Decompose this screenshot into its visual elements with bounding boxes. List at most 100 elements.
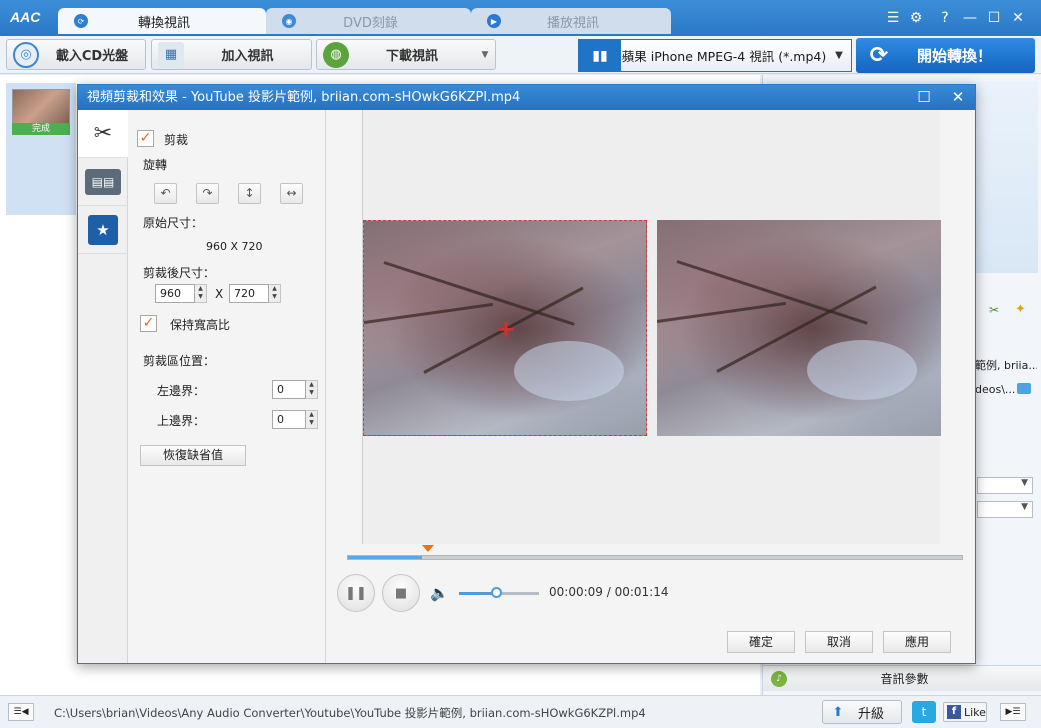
pause-icon: ❚❚ [345,585,367,601]
iphone-format-icon: ▮▮ [579,40,621,71]
file-list-item[interactable]: 完成 [6,83,76,215]
stepper-arrows-icon[interactable]: ▲ ▼ [269,284,281,303]
output-format-select[interactable]: ▮▮ 蘋果 iPhone MPEG-4 視訊 (*.mp4) ▼ [578,39,852,72]
playback-progress-bar[interactable] [347,555,963,560]
left-margin-field[interactable]: 0 [272,380,306,399]
branch [657,301,786,323]
top-margin-label: 上邊界： [157,414,206,428]
option-dropdown[interactable]: ▼ [977,501,1033,518]
status-bar: ☰◀ C:\Users\brian\Videos\Any Audio Conve… [0,695,1041,728]
menu-icon[interactable]: ☰ [883,9,903,27]
add-video-label: 加入視訊 [221,49,274,64]
crop-height-stepper[interactable]: 720 ▲ ▼ [229,284,281,303]
effects-tab[interactable]: ▤▤ [78,158,128,206]
upgrade-label: 升級 [857,706,884,722]
cropped-size-label: 剪裁後尺寸： [143,266,216,280]
stepper-arrows-icon[interactable]: ▲ ▼ [195,284,207,303]
expand-right-icon[interactable]: ▶☰ [1000,703,1026,721]
close-icon[interactable]: ✕ [946,87,970,107]
settings-gear-icon[interactable]: ⚙ [906,9,926,27]
stepper-arrows-icon[interactable]: ▲ ▼ [306,410,318,429]
original-size-value: 960 X 720 [206,240,263,253]
ok-button[interactable]: 確定 [727,631,795,653]
crop-tab[interactable]: ✂ [78,110,128,158]
speaker-icon: ♪ [771,670,787,687]
playback-marker-icon[interactable] [422,545,434,552]
folder-icon[interactable] [1017,383,1031,394]
keep-aspect-checkbox[interactable]: ✓ [140,315,157,332]
left-margin-stepper[interactable]: 0 ▲ ▼ [272,380,318,399]
crop-position-label: 剪裁區位置： [143,354,216,368]
output-path: C:\Users\brian\Videos\Any Audio Converte… [54,706,646,720]
sky-patch [807,340,917,400]
crop-checkbox[interactable]: ✓ [137,130,154,147]
crop-label: 剪裁 [164,133,189,147]
time-readout: 00:00:09 / 00:01:14 [549,585,669,599]
chevron-down-icon[interactable]: ▼ [475,50,495,60]
minimize-icon[interactable]: — [960,9,980,27]
add-video-button[interactable]: ▦ 加入視訊 [151,39,312,70]
crop-width-stepper[interactable]: 960 ▲ ▼ [155,284,207,303]
stop-icon: ■ [394,585,408,601]
dialog-title: 視頻剪裁和效果 - YouTube 投影片範例, briian.com-sHOw… [87,90,521,105]
crop-settings: ✓ 剪裁 旋轉 ↶ ↷ ↕ ↔ 原始尺寸： 960 X 720 剪裁後尺寸： 9… [129,110,326,663]
app-logo: AAC [10,9,41,25]
play-tab-icon: ▶ [487,14,501,28]
download-video-button[interactable]: ◍ 下載視訊 ▼ [316,39,496,70]
film-add-icon: ▦ [158,41,184,68]
magic-wand-icon[interactable]: ✦ [1015,302,1026,317]
flip-horizontal-button[interactable]: ↔ [280,183,303,204]
option-dropdown[interactable]: ▼ [977,477,1033,494]
like-label: Like [964,705,986,719]
pause-button[interactable]: ❚❚ [337,574,375,612]
stepper-arrows-icon[interactable]: ▲ ▼ [306,380,318,399]
rotate-right-button[interactable]: ↷ [196,183,219,204]
tab-label: 播放視訊 [546,15,599,31]
maximize-icon[interactable]: ☐ [984,9,1004,27]
volume-icon[interactable]: 🔈 [430,584,449,602]
tab-play-video[interactable]: ▶ 播放視訊 [471,8,671,34]
facebook-like-button[interactable]: f Like [943,702,987,722]
star-icon: ★ [88,214,118,245]
tab-convert-video[interactable]: ⟳ 轉換視訊 [58,8,266,34]
close-icon[interactable]: ✕ [1008,9,1028,27]
branch [364,302,493,324]
start-convert-button[interactable]: ⟳ 開始轉換！ [856,38,1035,73]
top-margin-stepper[interactable]: 0 ▲ ▼ [272,410,318,429]
audio-params-button[interactable]: ♪ 音訊參數 [763,665,1041,691]
output-video-frame [657,220,941,436]
top-margin-field[interactable]: 0 [272,410,306,429]
load-cd-button[interactable]: ◎ 載入CD光盤 [6,39,146,70]
source-video-frame[interactable]: + [363,220,647,436]
volume-knob[interactable] [491,587,502,598]
twitter-icon[interactable]: t [912,701,936,723]
upgrade-arrow-icon: ⬆ [832,704,844,720]
reset-defaults-button[interactable]: 恢復缺省值 [140,445,246,466]
playback-progress-fill [348,556,422,559]
rotate-left-button[interactable]: ↶ [154,183,177,204]
crop-width-field[interactable]: 960 [155,284,195,303]
title-bar: AAC ⟳ 轉換視訊 ◉ DVD刻錄 ▶ 播放視訊 ☰ ⚙ ? — ☐ ✕ [0,0,1041,36]
refresh-icon: ⟳ [869,43,889,68]
flip-vertical-button[interactable]: ↕ [238,183,261,204]
crop-center-crosshair-icon[interactable]: + [496,317,516,341]
dialog-title-bar: 視頻剪裁和效果 - YouTube 投影片範例, briian.com-sHOw… [78,85,975,110]
stop-button[interactable]: ■ [382,574,420,612]
upgrade-button[interactable]: ⬆ 升級 [822,700,902,724]
chevron-down-icon[interactable]: ▼ [827,50,851,61]
crop-height-field[interactable]: 720 [229,284,269,303]
tab-dvd-burn[interactable]: ◉ DVD刻錄 [266,8,471,34]
help-icon[interactable]: ? [935,9,955,27]
apply-button[interactable]: 應用 [883,631,951,653]
scissors-icon: ✂ [93,121,113,146]
globe-download-icon: ◍ [323,41,349,68]
info-row: 範例, briia... [975,359,1037,372]
cd-icon: ◎ [13,41,39,68]
output-format-label: 蘋果 iPhone MPEG-4 視訊 (*.mp4) [621,49,827,64]
cancel-button[interactable]: 取消 [805,631,873,653]
download-video-label: 下載視訊 [385,49,438,64]
scissors-icon[interactable]: ✂ [989,303,999,317]
watermark-tab[interactable]: ★ [78,206,128,254]
collapse-left-icon[interactable]: ☰◀ [8,703,34,721]
maximize-icon[interactable]: ☐ [912,87,936,107]
